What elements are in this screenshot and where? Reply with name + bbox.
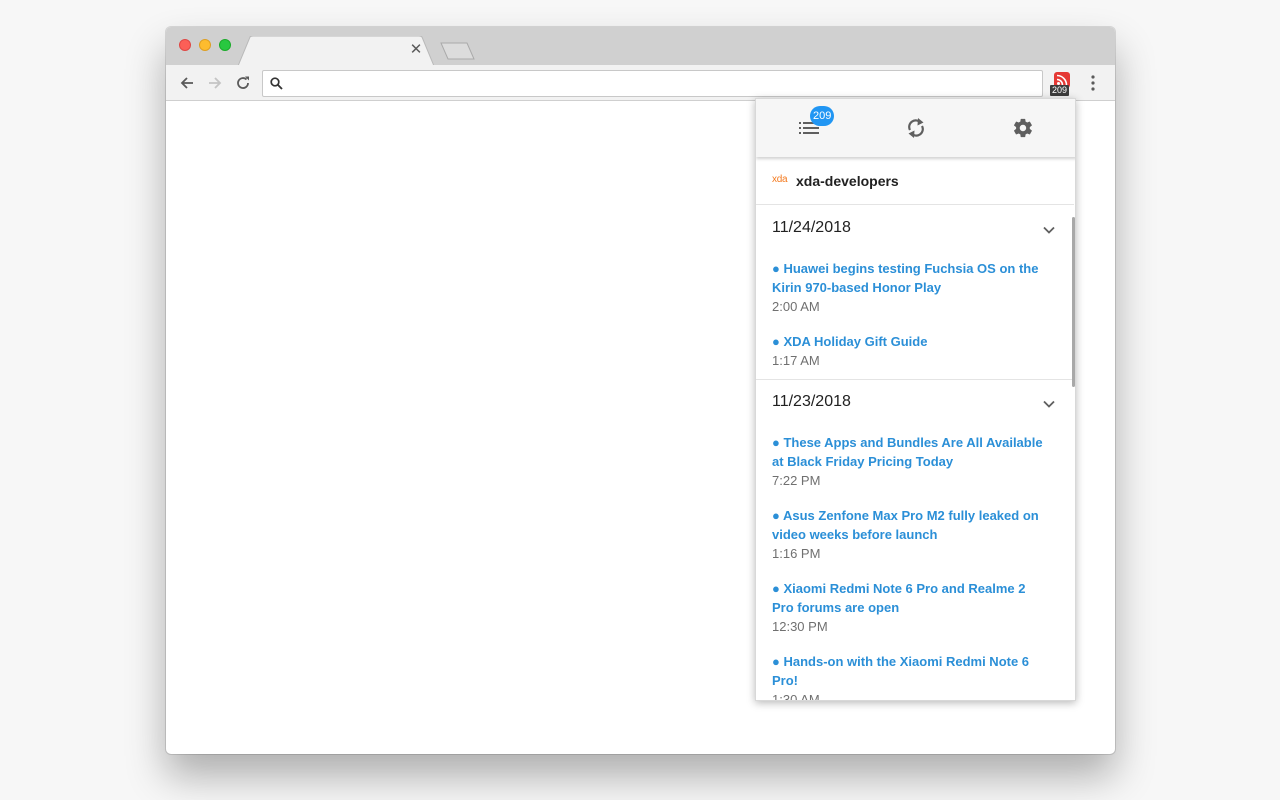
unread-count-badge: 209 — [810, 106, 835, 126]
settings-button[interactable] — [1011, 116, 1035, 140]
article-link[interactable]: ● XDA Holiday Gift Guide — [772, 332, 1047, 351]
window-maximize-button[interactable] — [219, 39, 231, 51]
reload-icon — [237, 76, 249, 89]
article-time: 7:22 PM — [772, 473, 821, 488]
list-item: ● Huawei begins testing Fuchsia OS on th… — [772, 259, 1047, 316]
article-time: 1:30 AM — [772, 692, 820, 701]
article-link[interactable]: ● Hands-on with the Xiaomi Redmi Note 6 … — [772, 652, 1047, 690]
chevron-down-icon[interactable] — [1041, 396, 1057, 412]
browser-menu-button[interactable] — [1083, 72, 1103, 94]
list-item: ● These Apps and Bundles Are All Availab… — [772, 433, 1047, 490]
list-item: ● Hands-on with the Xiaomi Redmi Note 6 … — [772, 652, 1047, 701]
browser-toolbar: 209 — [166, 65, 1115, 101]
refresh-feeds-button[interactable] — [904, 116, 928, 140]
list-item: ● XDA Holiday Gift Guide 1:17 AM — [772, 332, 1047, 370]
date-header: 11/24/2018 — [772, 219, 851, 236]
article-link[interactable]: ● These Apps and Bundles Are All Availab… — [772, 433, 1047, 471]
group-divider — [756, 379, 1074, 380]
arrow-right-icon — [209, 77, 222, 89]
list-item: ● Xiaomi Redmi Note 6 Pro and Realme 2 P… — [772, 579, 1047, 636]
extension-badge: 209 — [1050, 85, 1070, 96]
title-bar: ✕ — [166, 27, 1115, 66]
chevron-down-icon[interactable] — [1041, 222, 1057, 238]
popup-header: 209 — [756, 99, 1075, 157]
article-link[interactable]: ● Xiaomi Redmi Note 6 Pro and Realme 2 P… — [772, 579, 1047, 617]
feed-popup: 209 xda xda-developers 11/24/2018 ● Huaw… — [755, 98, 1076, 701]
arrow-left-icon — [180, 77, 193, 89]
back-button[interactable] — [176, 72, 198, 94]
article-link[interactable]: ● Asus Zenfone Max Pro M2 fully leaked o… — [772, 506, 1047, 544]
article-time: 2:00 AM — [772, 299, 820, 314]
feed-source-name: xda-developers — [796, 173, 899, 189]
list-item: ● Asus Zenfone Max Pro M2 fully leaked o… — [772, 506, 1047, 563]
article-link[interactable]: ● Huawei begins testing Fuchsia OS on th… — [772, 259, 1047, 297]
search-icon — [270, 77, 283, 90]
new-tab-button[interactable] — [440, 42, 476, 60]
article-time: 1:16 PM — [772, 546, 821, 561]
window-close-button[interactable] — [179, 39, 191, 51]
rss-extension-button[interactable]: 209 — [1049, 69, 1075, 97]
forward-button[interactable] — [204, 72, 226, 94]
window-minimize-button[interactable] — [199, 39, 211, 51]
feed-scrollbar[interactable] — [1072, 217, 1075, 387]
tab-close-icon[interactable]: ✕ — [408, 42, 424, 58]
reload-button[interactable] — [232, 72, 254, 94]
address-input[interactable] — [291, 73, 1031, 94]
xda-logo: xda — [772, 174, 788, 185]
sync-icon — [908, 118, 924, 138]
article-time: 1:17 AM — [772, 353, 820, 368]
feed-list[interactable]: xda xda-developers 11/24/2018 ● Huawei b… — [756, 157, 1075, 701]
feed-source-row[interactable]: xda xda-developers — [756, 157, 1074, 205]
browser-tab[interactable]: ✕ — [238, 36, 434, 66]
address-bar[interactable] — [262, 70, 1043, 97]
article-time: 12:30 PM — [772, 619, 828, 634]
kebab-menu-icon — [1091, 75, 1095, 91]
date-header: 11/23/2018 — [772, 393, 851, 410]
gear-icon — [1014, 118, 1032, 138]
